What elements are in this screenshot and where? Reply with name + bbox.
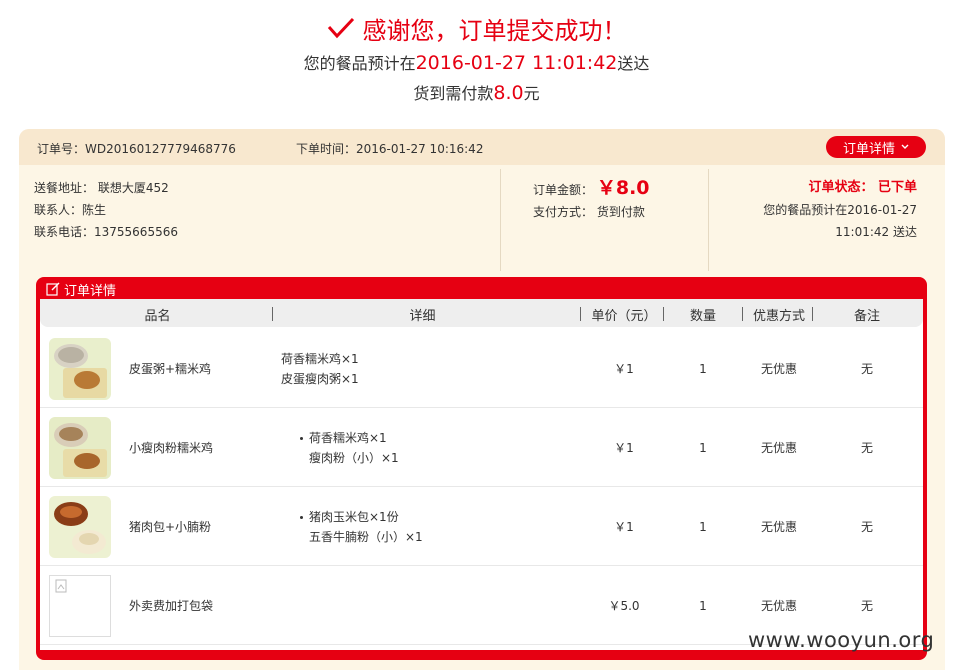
payment-prefix: 货到需付款: [413, 84, 494, 103]
order-table: 品名 详细 单价（元） 数量 优惠方式 备注 皮蛋粥+糯米鸡 荷香糯米鸡×1 皮…: [40, 299, 923, 650]
contact-name: 联系人：陈生: [34, 203, 107, 217]
order-time: 下单时间：2016-01-27 10:16:42: [296, 142, 484, 156]
header-separator: [580, 307, 581, 321]
table-row: 皮蛋粥+糯米鸡 荷香糯米鸡×1 皮蛋瘦肉粥×1 ￥1 1 无优惠 无: [40, 329, 923, 408]
item-details: 荷香糯米鸡×1 皮蛋瘦肉粥×1: [281, 349, 359, 389]
item-qty: 1: [699, 598, 707, 613]
header-note: 备注: [853, 309, 880, 324]
order-number: 订单号：WD20160127779468776: [37, 142, 236, 156]
item-detail-line: 荷香糯米鸡×1: [300, 428, 399, 448]
item-detail-line: 皮蛋瘦肉粥×1: [281, 372, 359, 386]
order-detail-panel: 订单详情 品名 详细 单价（元） 数量 优惠方式 备注 皮蛋粥+糯米鸡 荷香糯米…: [36, 277, 927, 660]
item-details: 荷香糯米鸡×1 瘦肉粉（小）×1: [300, 428, 399, 468]
order-amount-value: ￥8.0: [596, 177, 650, 199]
item-detail-line: 猪肉玉米包×1份: [300, 507, 423, 527]
header-separator: [812, 307, 813, 321]
item-name: 猪肉包+小腩粉: [129, 520, 212, 534]
item-name: 外卖费加打包袋: [129, 599, 214, 613]
panel-title: 订单详情: [64, 283, 117, 299]
order-detail-button[interactable]: 订单详情: [826, 136, 926, 158]
item-price: ￥5.0: [608, 599, 640, 613]
item-price: ￥1: [614, 362, 634, 376]
success-title: 感谢您，订单提交成功！: [362, 16, 627, 45]
eta-line: 您的餐品预计在2016-01-27 11:01:42送达: [0, 50, 953, 76]
item-name: 皮蛋粥+糯米鸡: [129, 362, 212, 376]
order-eta: 您的餐品预计在2016-01-27 11:01:42 送达: [763, 203, 917, 239]
item-note: 无: [860, 441, 873, 455]
header-price: 单价（元）: [591, 309, 657, 324]
payment-suffix: 元: [523, 84, 540, 103]
item-note: 无: [860, 362, 873, 376]
food-image: [49, 575, 111, 637]
eta-suffix: 送达: [617, 54, 650, 73]
order-amount-row: 订单金额： ￥8.0: [533, 177, 650, 201]
food-image: [49, 417, 111, 479]
item-discount: 无优惠: [760, 362, 797, 376]
item-detail-line: 瘦肉粉（小）×1: [300, 448, 399, 468]
header-separator: [742, 307, 743, 321]
table-header: 品名 详细 单价（元） 数量 优惠方式 备注: [40, 299, 923, 327]
payment-info: 订单金额： ￥8.0 支付方式： 货到付款: [533, 177, 650, 223]
item-note: 无: [860, 520, 873, 534]
order-card-header: 订单号：WD20160127779468776 下单时间：2016-01-27 …: [19, 129, 945, 165]
check-icon: [327, 17, 354, 39]
divider: [500, 169, 501, 271]
order-card: 订单号：WD20160127779468776 下单时间：2016-01-27 …: [19, 129, 945, 670]
item-detail-line: 五香牛腩粉（小）×1: [300, 527, 423, 547]
header-separator: [272, 307, 273, 321]
contact-phone: 联系电话：13755665566: [34, 225, 178, 239]
header-separator: [663, 307, 664, 321]
success-title-row: 感谢您，订单提交成功！: [0, 10, 953, 46]
item-discount: 无优惠: [760, 441, 797, 455]
panel-title-row: 订单详情: [46, 279, 116, 299]
header-name: 品名: [144, 309, 171, 324]
food-photo-icon: [49, 496, 111, 558]
food-photo-icon: [49, 417, 111, 479]
item-detail-text: 五香牛腩粉（小）×1: [309, 530, 423, 544]
bullet-icon: [300, 515, 303, 519]
delivery-address: 送餐地址： 联想大厦452: [34, 181, 169, 195]
eta-prefix: 您的餐品预计在: [303, 54, 416, 73]
chevron-down-icon: [901, 144, 909, 149]
table-row: 猪肉包+小腩粉 猪肉玉米包×1份 五香牛腩粉（小）×1 ￥1 1 无优惠 无: [40, 487, 923, 566]
food-image: [49, 496, 111, 558]
item-discount: 无优惠: [760, 520, 797, 534]
item-price: ￥1: [614, 441, 634, 455]
payment-line: 货到需付款8.0元: [0, 80, 953, 106]
item-detail-text: 荷香糯米鸡×1: [309, 431, 387, 445]
order-status: 订单状态： 已下单: [808, 180, 917, 195]
status-info: 订单状态： 已下单 您的餐品预计在2016-01-27 11:01:42 送达: [707, 177, 917, 243]
item-qty: 1: [699, 440, 707, 455]
bullet-icon: [300, 436, 303, 440]
success-banner: 感谢您，订单提交成功！ 您的餐品预计在2016-01-27 11:01:42送达…: [0, 10, 953, 106]
item-detail-text: 瘦肉粉（小）×1: [309, 451, 399, 465]
item-details: 猪肉玉米包×1份 五香牛腩粉（小）×1: [300, 507, 423, 547]
payment-amount: 8.0: [493, 82, 524, 104]
food-photo-icon: [49, 338, 111, 400]
payment-method: 支付方式： 货到付款: [533, 205, 645, 219]
delivery-info: 送餐地址： 联想大厦452 联系人：陈生 联系电话：13755665566: [34, 177, 178, 243]
item-detail-text: 猪肉玉米包×1份: [309, 510, 399, 524]
watermark: www.wooyun.org: [748, 628, 935, 652]
table-row: 小瘦肉粉糯米鸡 荷香糯米鸡×1 瘦肉粉（小）×1 ￥1 1 无优惠 无: [40, 408, 923, 487]
item-detail-line: 荷香糯米鸡×1: [281, 352, 359, 366]
item-name: 小瘦肉粉糯米鸡: [129, 441, 214, 455]
order-detail-button-label: 订单详情: [842, 141, 895, 157]
item-price: ￥1: [614, 520, 634, 534]
header-discount: 优惠方式: [752, 309, 805, 324]
edit-icon: [46, 282, 60, 296]
header-qty: 数量: [689, 309, 716, 324]
food-image: [49, 338, 111, 400]
eta-time: 2016-01-27 11:01:42: [415, 52, 618, 74]
item-qty: 1: [699, 361, 707, 376]
item-qty: 1: [699, 519, 707, 534]
broken-image-icon: [50, 576, 110, 636]
header-detail: 详细: [409, 309, 436, 324]
order-amount-label: 订单金额：: [533, 183, 594, 197]
